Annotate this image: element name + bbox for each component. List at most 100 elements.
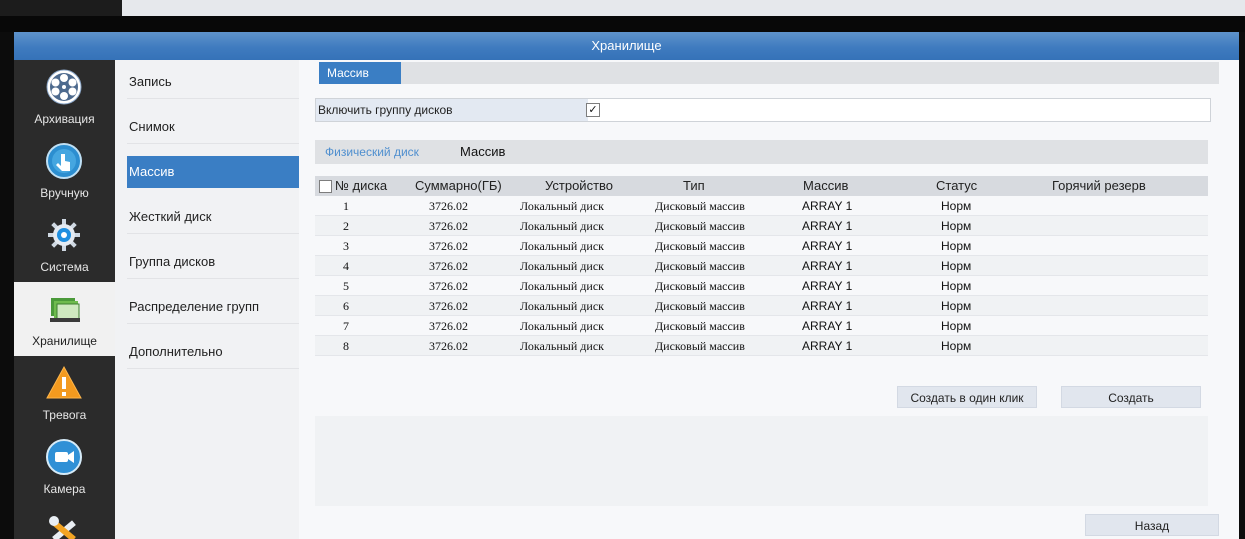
subtab-bar: Физический диск Массив bbox=[315, 140, 1208, 164]
table-row[interactable]: 7 3726.02 Локальный диск Дисковый массив… bbox=[315, 316, 1208, 336]
nav-item-system[interactable]: Система bbox=[14, 208, 115, 282]
cell-device: Локальный диск bbox=[520, 279, 604, 293]
submenu-item-advanced[interactable]: Дополнительно bbox=[127, 336, 299, 369]
left-nav: Архивация Вручную Система Хранилище Трев… bbox=[14, 60, 115, 539]
header-status: Статус bbox=[936, 178, 978, 193]
tab-bar: Массив bbox=[319, 62, 1219, 84]
warning-icon bbox=[46, 365, 82, 399]
cell-device: Локальный диск bbox=[520, 219, 604, 233]
nav-label-storage: Хранилище bbox=[32, 334, 97, 348]
cell-type: Дисковый массив bbox=[655, 219, 745, 233]
cell-disk: 5 bbox=[343, 279, 349, 293]
table-row[interactable]: 2 3726.02 Локальный диск Дисковый массив… bbox=[315, 216, 1208, 236]
header-disk-no: № диска bbox=[335, 178, 388, 193]
table-row[interactable]: 4 3726.02 Локальный диск Дисковый массив… bbox=[315, 256, 1208, 276]
cell-total: 3726.02 bbox=[429, 279, 468, 293]
cell-type: Дисковый массив bbox=[655, 279, 745, 293]
cell-type: Дисковый массив bbox=[655, 259, 745, 273]
cell-disk: 6 bbox=[343, 299, 349, 313]
tab-array[interactable]: Массив bbox=[319, 62, 401, 84]
nav-item-manual[interactable]: Вручную bbox=[14, 134, 115, 208]
window-title: Хранилище bbox=[14, 32, 1239, 60]
cell-total: 3726.02 bbox=[429, 339, 468, 353]
cell-disk: 2 bbox=[343, 219, 349, 233]
submenu-item-hdd[interactable]: Жесткий диск bbox=[127, 201, 299, 234]
nav-label-camera: Камера bbox=[43, 482, 86, 496]
cell-array: ARRAY 1 bbox=[802, 299, 853, 313]
camera-icon bbox=[46, 439, 82, 475]
cell-type: Дисковый массив bbox=[655, 239, 745, 253]
create-button[interactable]: Создать bbox=[1061, 386, 1201, 408]
table-row[interactable]: 8 3726.02 Локальный диск Дисковый массив… bbox=[315, 336, 1208, 356]
film-reel-icon bbox=[46, 69, 82, 105]
empty-area bbox=[315, 416, 1208, 506]
submenu-item-array[interactable]: Массив bbox=[127, 156, 299, 188]
enable-group-checkbox[interactable]: ✓ bbox=[586, 103, 600, 117]
table-row[interactable]: 6 3726.02 Локальный диск Дисковый массив… bbox=[315, 296, 1208, 316]
cell-device: Локальный диск bbox=[520, 199, 604, 213]
cell-total: 3726.02 bbox=[429, 299, 468, 313]
cell-device: Локальный диск bbox=[520, 319, 604, 333]
header-device: Устройство bbox=[545, 178, 614, 193]
cell-status: Норм bbox=[941, 219, 972, 233]
back-button[interactable]: Назад bbox=[1085, 514, 1219, 536]
top-strip-dark bbox=[0, 0, 122, 16]
select-all-checkbox[interactable] bbox=[319, 180, 332, 193]
top-strip bbox=[0, 0, 1245, 16]
cell-status: Норм bbox=[941, 199, 972, 213]
header-hot-spare: Горячий резерв bbox=[1052, 178, 1146, 193]
nav-label-system: Система bbox=[40, 260, 89, 274]
tools-icon bbox=[49, 516, 76, 539]
table-row[interactable]: 1 3726.02 Локальный диск Дисковый массив… bbox=[315, 196, 1208, 216]
cell-total: 3726.02 bbox=[429, 219, 468, 233]
cell-status: Норм bbox=[941, 239, 972, 253]
cell-disk: 3 bbox=[343, 239, 349, 253]
nav-item-archive[interactable]: Архивация bbox=[14, 60, 115, 134]
header-array: Массив bbox=[803, 178, 849, 193]
cell-total: 3726.02 bbox=[429, 319, 468, 333]
cell-type: Дисковый массив bbox=[655, 199, 745, 213]
cell-total: 3726.02 bbox=[429, 239, 468, 253]
cell-type: Дисковый массив bbox=[655, 299, 745, 313]
cell-array: ARRAY 1 bbox=[802, 319, 853, 333]
cell-array: ARRAY 1 bbox=[802, 259, 853, 273]
cell-array: ARRAY 1 bbox=[802, 279, 853, 293]
submenu-item-group-alloc[interactable]: Распределение групп bbox=[127, 291, 299, 324]
hand-pointer-icon bbox=[46, 143, 82, 179]
cell-device: Локальный диск bbox=[520, 239, 604, 253]
nav-item-tools[interactable] bbox=[14, 504, 115, 539]
main-content: Массив Включить группу дисков ✓ Физическ… bbox=[299, 60, 1239, 539]
cell-array: ARRAY 1 bbox=[802, 199, 853, 213]
nav-item-alarm[interactable]: Тревога bbox=[14, 356, 115, 430]
cell-device: Локальный диск bbox=[520, 299, 604, 313]
cell-disk: 1 bbox=[343, 199, 349, 213]
submenu-item-disk-group[interactable]: Группа дисков bbox=[127, 246, 299, 279]
array-table: № диска Суммарно(ГБ) Устройство Тип Масс… bbox=[315, 176, 1208, 356]
cell-status: Норм bbox=[941, 299, 972, 313]
nav-item-camera[interactable]: Камера bbox=[14, 430, 115, 504]
cell-type: Дисковый массив bbox=[655, 319, 745, 333]
subtab-array[interactable]: Массив bbox=[460, 140, 505, 164]
cell-disk: 4 bbox=[343, 259, 349, 273]
cell-array: ARRAY 1 bbox=[802, 219, 853, 233]
enable-group-label: Включить группу дисков bbox=[316, 99, 588, 121]
nav-item-storage[interactable]: Хранилище bbox=[14, 282, 115, 356]
storage-folder-icon bbox=[50, 298, 80, 322]
table-row[interactable]: 5 3726.02 Локальный диск Дисковый массив… bbox=[315, 276, 1208, 296]
nav-label-alarm: Тревога bbox=[42, 408, 87, 422]
submenu-item-record[interactable]: Запись bbox=[127, 66, 299, 99]
header-total: Суммарно(ГБ) bbox=[415, 178, 502, 193]
nav-label-manual: Вручную bbox=[40, 186, 89, 200]
submenu-item-snapshot[interactable]: Снимок bbox=[127, 111, 299, 144]
one-click-create-button[interactable]: Создать в один клик bbox=[897, 386, 1037, 408]
subtab-physical-disk[interactable]: Физический диск bbox=[325, 140, 419, 164]
cell-status: Норм bbox=[941, 279, 972, 293]
header-type: Тип bbox=[683, 178, 705, 193]
cell-total: 3726.02 bbox=[429, 259, 468, 273]
cell-status: Норм bbox=[941, 319, 972, 333]
cell-total: 3726.02 bbox=[429, 199, 468, 213]
cell-type: Дисковый массив bbox=[655, 339, 745, 353]
cell-status: Норм bbox=[941, 259, 972, 273]
table-row[interactable]: 3 3726.02 Локальный диск Дисковый массив… bbox=[315, 236, 1208, 256]
cell-device: Локальный диск bbox=[520, 259, 604, 273]
